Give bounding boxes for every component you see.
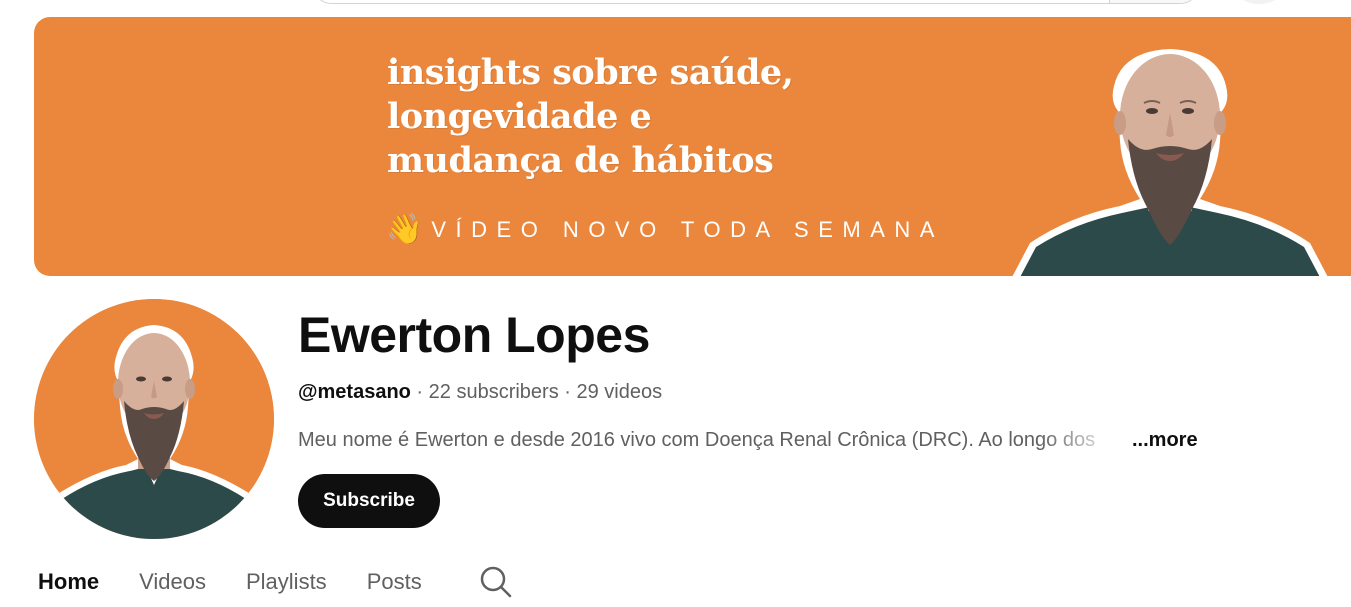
tab-posts[interactable]: Posts xyxy=(367,562,422,602)
banner-headline: insights sobre saúde, longevidade e muda… xyxy=(387,51,794,183)
video-count: 29 videos xyxy=(576,381,663,403)
banner-headline-line: mudança de hábitos xyxy=(387,140,774,181)
channel-description[interactable]: Meu nome é Ewerton e desde 2016 vivo com… xyxy=(298,429,1198,452)
channel-handle: @metasano xyxy=(298,381,411,403)
banner-headline-line: insights sobre saúde, xyxy=(387,52,794,93)
waving-hand-icon: 👋 xyxy=(386,213,424,246)
meta-separator: · xyxy=(558,381,577,403)
channel-avatar-photo xyxy=(34,299,274,539)
more-link[interactable]: ...more xyxy=(1132,429,1198,452)
subscribe-button[interactable]: Subscribe xyxy=(298,474,440,528)
channel-name: Ewerton Lopes xyxy=(298,307,650,363)
banner-tagline: 👋 VÍDEO NOVO TODA SEMANA xyxy=(386,213,944,247)
top-account-avatar[interactable] xyxy=(1234,0,1284,4)
meta-separator: · xyxy=(410,381,429,403)
channel-avatar[interactable] xyxy=(34,299,274,539)
channel-meta: @metasano · 22 subscribers · 29 videos xyxy=(298,381,662,404)
banner-tagline-text: VÍDEO NOVO TODA SEMANA xyxy=(431,217,944,242)
tab-videos[interactable]: Videos xyxy=(139,562,206,602)
description-text: Meu nome é Ewerton e desde 2016 vivo com… xyxy=(298,429,1096,451)
top-search-button[interactable] xyxy=(1109,0,1199,3)
tab-home[interactable]: Home xyxy=(38,562,99,602)
banner-person-photo xyxy=(1012,49,1328,276)
top-search-box[interactable] xyxy=(312,0,1200,4)
channel-tabs: Home Videos Playlists Posts xyxy=(38,562,513,607)
search-icon[interactable] xyxy=(479,562,513,602)
banner-headline-line: longevidade e xyxy=(387,96,652,137)
tab-playlists[interactable]: Playlists xyxy=(246,562,327,602)
channel-banner: insights sobre saúde, longevidade e muda… xyxy=(34,17,1351,276)
subscriber-count: 22 subscribers xyxy=(428,381,559,403)
